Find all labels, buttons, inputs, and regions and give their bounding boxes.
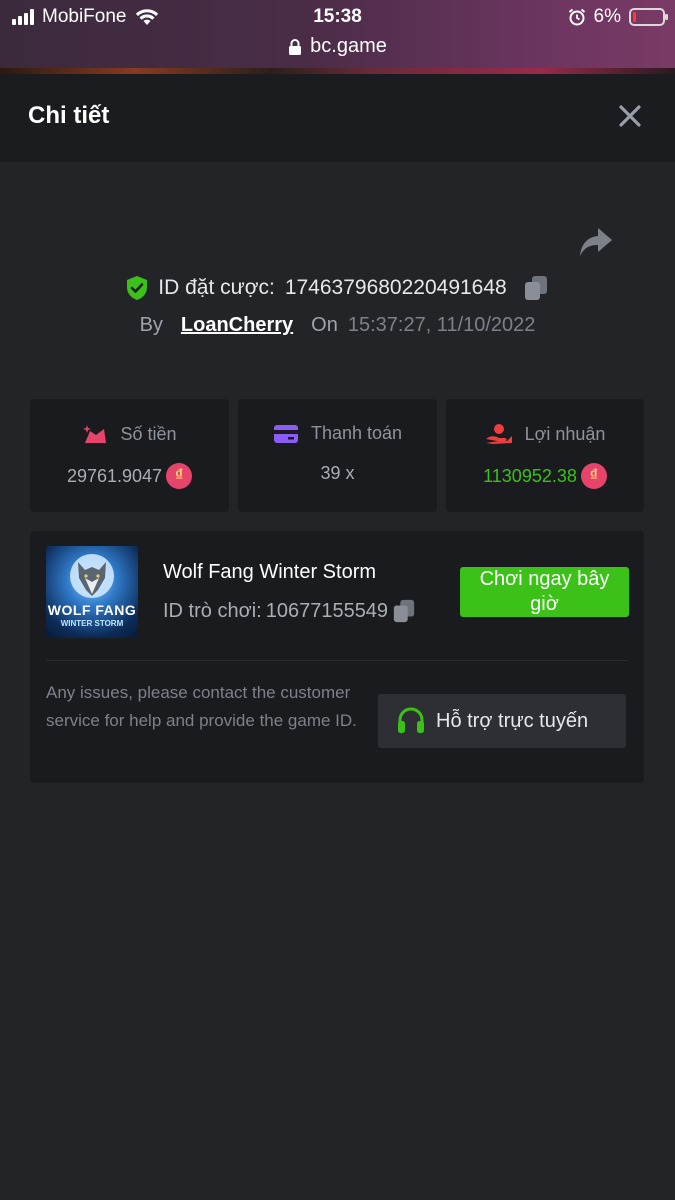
support-button-label: Hỗ trợ trực tuyến	[436, 709, 589, 732]
lock-icon	[289, 38, 302, 55]
game-id-value: 10677155549	[265, 599, 389, 622]
stat-card-profit: Lợi nhuận 1130952.38 ₫	[446, 399, 644, 512]
play-now-button[interactable]: Chơi ngay bây giờ	[460, 567, 629, 617]
by-label: By	[139, 314, 163, 336]
thumb-title: WOLF FANG	[47, 602, 137, 618]
stat-label: Số tiền	[120, 423, 177, 444]
headset-icon	[398, 707, 424, 733]
stat-card-amount: Số tiền 29761.9047 ₫	[30, 399, 229, 512]
battery-icon	[629, 8, 668, 26]
bet-id-row: ID đặt cược: 1746379680220491648	[0, 274, 675, 302]
coin-icon: ₫	[580, 463, 607, 489]
stat-value: 39 x	[320, 463, 355, 483]
stat-value: 29761.9047	[66, 465, 163, 486]
stat-card-payout: Thanh toán 39 x	[238, 399, 437, 512]
wolf-icon	[70, 554, 114, 598]
game-name: Wolf Fang Winter Storm	[163, 561, 377, 583]
bet-datetime: 15:37:27, 11/10/2022	[347, 314, 536, 336]
game-thumbnail[interactable]: WOLF FANG WINTER STORM	[46, 546, 138, 638]
stat-label: Lợi nhuận	[524, 423, 606, 444]
online-support-button[interactable]: Hỗ trợ trực tuyến	[378, 694, 626, 748]
amount-icon	[83, 425, 107, 443]
status-right: 6%	[568, 6, 668, 28]
close-icon[interactable]	[615, 101, 645, 131]
modal-title: Chi tiết	[28, 102, 110, 129]
bet-meta-row: By LoanCherry On 15:37:27, 11/10/2022	[0, 314, 675, 337]
game-id-row: ID trò chơi: 10677155549	[163, 598, 416, 624]
divider	[46, 660, 628, 661]
address-bar[interactable]: bc.game	[0, 35, 675, 58]
game-panel: WOLF FANG WINTER STORM Wolf Fang Winter …	[30, 531, 644, 783]
profit-icon	[485, 424, 512, 444]
stat-label: Thanh toán	[310, 423, 403, 443]
thumb-subtitle: WINTER STORM	[60, 619, 124, 628]
game-id-label: ID trò chơi:	[163, 599, 262, 622]
copy-icon[interactable]	[392, 598, 416, 624]
card-icon	[273, 424, 298, 443]
bet-id-label: ID đặt cược:	[158, 276, 275, 299]
coin-icon: ₫	[166, 463, 193, 489]
battery-percent: 6%	[593, 6, 621, 27]
on-label: On	[311, 314, 338, 336]
url-text: bc.game	[310, 35, 387, 57]
status-bar: MobiFone 15:38 6% bc.game	[0, 0, 675, 72]
bet-id-value: 1746379680220491648	[284, 276, 507, 299]
copy-icon[interactable]	[523, 274, 549, 302]
alarm-icon	[568, 8, 585, 26]
modal-header: Chi tiết	[0, 74, 675, 162]
help-text: Any issues, please contact the customer …	[46, 683, 357, 730]
share-icon[interactable]	[578, 226, 614, 258]
stat-value-profit: 1130952.38	[483, 465, 577, 486]
username-link[interactable]: LoanCherry	[181, 314, 293, 337]
verified-shield-icon	[127, 276, 148, 300]
